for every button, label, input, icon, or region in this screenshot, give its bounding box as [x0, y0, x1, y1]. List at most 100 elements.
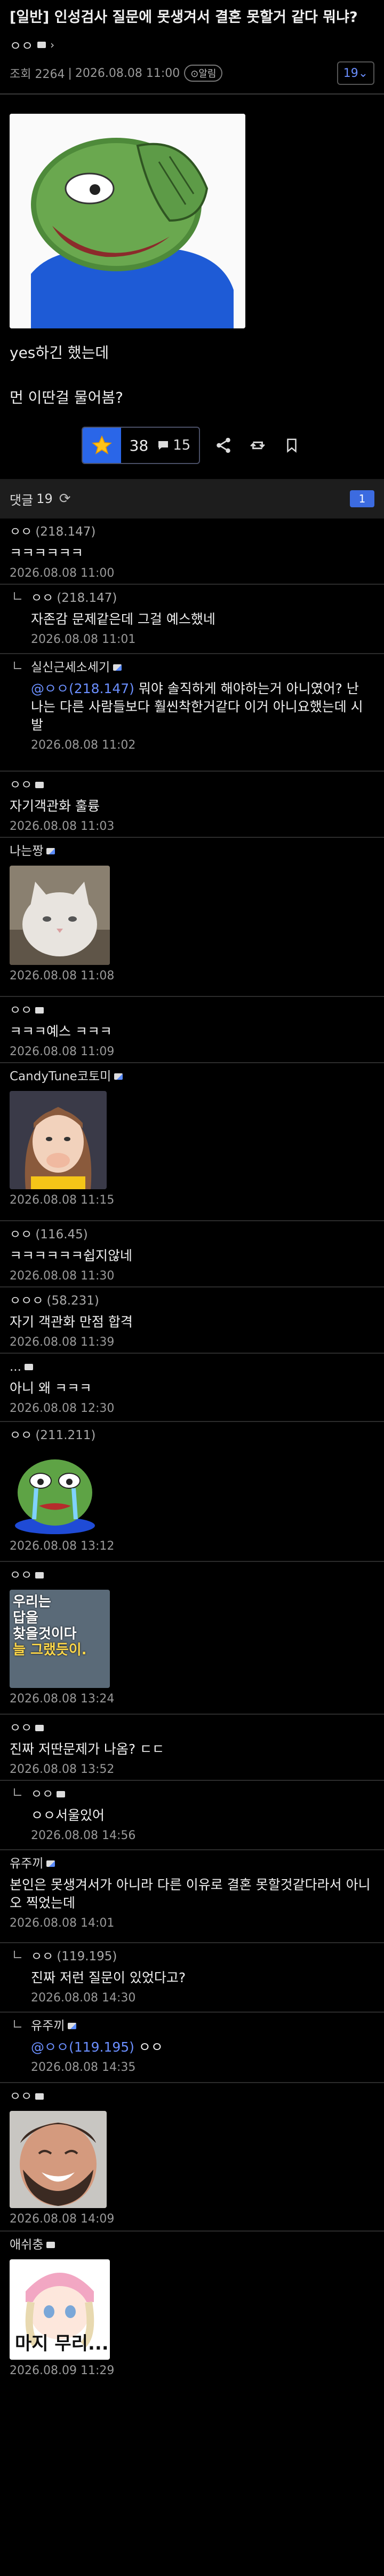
post-author[interactable]: ㅇㅇ ›	[10, 35, 374, 54]
member-badge-icon	[46, 1860, 55, 1867]
comment-author-name: 애쉬충	[10, 2238, 44, 2252]
comments-page-button[interactable]: 1	[350, 490, 374, 507]
comment-time: 2026.08.08 13:24	[10, 1692, 115, 1706]
member-badge-icon	[68, 2023, 77, 2029]
member-badge-icon	[114, 1073, 123, 1080]
comment-image-laughing-man[interactable]	[10, 2111, 107, 2208]
notify-button[interactable]: ⊙알림	[184, 65, 223, 82]
comment-image-pepe-crying[interactable]	[10, 1450, 100, 1535]
comment-author[interactable]: ㅇㅇ	[31, 1786, 374, 1802]
comment-text: 진짜 저런 질문이 있었다고?	[31, 1970, 186, 1985]
comment-author[interactable]: ㅇㅇ	[10, 1720, 374, 1736]
meme-caption: 우리는 답을 찾을것이다 늘 그랬듯이.	[13, 1594, 87, 1658]
cat-photo	[10, 866, 110, 965]
comment-image-anime-girl[interactable]: 마지 무리...	[10, 2259, 110, 2360]
comment-author[interactable]: CandyTune코토미	[10, 1069, 374, 1085]
comment-author-name: CandyTune코토미	[10, 1070, 111, 1083]
member-badge-icon	[35, 1572, 44, 1578]
comment-author[interactable]: ㅇㅇㅇ (58.231)	[10, 1293, 374, 1309]
comment-list: ㅇㅇ (218.147) ㅋㅋㅋㅋㅋㅋ 2026.08.08 11:00 ㅇㅇ (2…	[0, 519, 384, 2384]
share-button[interactable]	[213, 435, 234, 456]
page-count: 19	[343, 66, 358, 80]
member-badge-icon	[37, 41, 46, 48]
comment-item: 유주끼 본인은 못생겨서가 아니라 다른 이유로 결혼 못할것같다라서 아니오 …	[0, 1850, 384, 1943]
comment-author-name: ㅇㅇ	[31, 591, 54, 605]
comment-author[interactable]: ㅇㅇ	[10, 2088, 374, 2104]
comment-item: 애쉬충 마지 무리... 2026.08.09 11:29	[0, 2232, 384, 2384]
star-button[interactable]	[82, 428, 121, 463]
comment-time: 2026.08.08 12:30	[10, 1402, 115, 1415]
comment-mention[interactable]: @ㅇㅇ(218.147)	[31, 681, 134, 696]
author-name[interactable]: ㅇㅇ	[10, 35, 33, 54]
comment-ip: (116.45)	[35, 1228, 88, 1242]
bookmark-icon	[287, 438, 297, 453]
comment-time: 2026.08.08 11:00	[10, 567, 115, 580]
comment-reply-item: 실신근세소세기 @ㅇㅇ(218.147) 뭐야 솔직하게 해야하는거 아니였어?…	[0, 654, 384, 772]
member-badge-icon	[24, 1364, 33, 1370]
comment-image-girl[interactable]	[10, 1091, 107, 1189]
comment-time: 2026.08.08 11:03	[10, 820, 115, 833]
comment-time: 2026.08.08 11:08	[10, 969, 115, 983]
comment-image-meme[interactable]: 우리는 답을 찾을것이다 늘 그랬듯이.	[10, 1590, 110, 1688]
comment-text: 본인은 못생겨서가 아니라 다른 이유로 결혼 못할것같다라서 아니오 찍었는데	[10, 1877, 371, 1911]
repost-button[interactable]	[247, 435, 268, 456]
member-badge-icon	[35, 1725, 44, 1731]
post-body-line-1: yes하긴 했는데	[10, 344, 109, 362]
comment-text: ㅋㅋㅋㅋㅋㅋ쉽지않네	[10, 1248, 133, 1263]
comment-author[interactable]: 애쉬충	[10, 2237, 374, 2253]
comment-item: ㅇㅇ (116.45) ㅋㅋㅋㅋㅋㅋ쉽지않네 2026.08.08 11:30	[0, 1221, 384, 1287]
comment-author[interactable]: ㅇㅇ (218.147)	[31, 590, 374, 606]
comment-author-name: 유주끼	[31, 2019, 65, 2033]
comment-author[interactable]: 실신근세소세기	[31, 659, 374, 676]
refresh-icon[interactable]: ⟳	[59, 491, 71, 507]
comment-author-name: ...	[10, 1360, 21, 1374]
comment-text: ㅋㅋㅋ예스 ㅋㅋㅋ	[10, 1024, 112, 1039]
comment-mention[interactable]: @ㅇㅇ(119.195)	[31, 2039, 134, 2055]
comment-text: 아니 왜 ㅋㅋㅋ	[10, 1380, 92, 1396]
comment-item: ... 아니 왜 ㅋㅋㅋ 2026.08.08 12:30	[0, 1354, 384, 1422]
comment-author[interactable]: ㅇㅇ (119.195)	[31, 1949, 374, 1965]
comment-author[interactable]: ㅇㅇ	[10, 777, 374, 793]
post-image-pepe-facepalm[interactable]	[10, 114, 245, 328]
view-count: 조회 2264	[10, 68, 65, 81]
comment-image-cat[interactable]	[10, 866, 110, 965]
comment-item: ㅇㅇ (218.147) ㅋㅋㅋㅋㅋㅋ 2026.08.08 11:00	[0, 519, 384, 585]
comment-author[interactable]: 나는짱	[10, 843, 374, 859]
comment-author-name: 실신근세소세기	[31, 661, 110, 674]
comment-author[interactable]: ㅇㅇ (218.147)	[10, 524, 374, 540]
bookmark-button[interactable]	[281, 435, 302, 456]
comment-author[interactable]: ㅇㅇ (116.45)	[10, 1227, 374, 1243]
comment-author-name: ㅇㅇ	[10, 1003, 33, 1017]
comment-reply-item: 유주끼 @ㅇㅇ(119.195) ㅇㅇ 2026.08.08 14:35	[0, 2013, 384, 2083]
comment-text: 자기객관화 훌륭	[10, 798, 100, 814]
comment-author-name: ㅇㅇㅇ	[10, 1294, 44, 1308]
comment-author[interactable]: ㅇㅇ	[10, 1002, 374, 1018]
comment-author[interactable]: ㅇㅇ (211.211)	[10, 1427, 374, 1443]
comment-text: 자기 객관화 만점 합격	[10, 1314, 133, 1330]
page-select-button[interactable]: 19 ⌄	[337, 61, 374, 85]
comment-author[interactable]: 유주끼	[31, 2018, 374, 2034]
comment-time: 2026.08.09 11:29	[10, 2364, 115, 2377]
comment-text: ㅇㅇ서울있어	[31, 1808, 105, 1823]
meme-caption-line: 우리는	[13, 1594, 51, 1610]
member-badge-icon	[35, 782, 44, 788]
member-badge-icon	[35, 2093, 44, 2100]
comment-item: ㅇㅇ 자기객관화 훌륭 2026.08.08 11:03	[0, 772, 384, 838]
member-badge-icon	[46, 848, 55, 854]
girl-photo	[10, 1091, 107, 1189]
comment-author[interactable]: ㅇㅇ	[10, 1567, 374, 1583]
reaction-box: 38 15	[81, 427, 201, 464]
post-body-line-2: 먼 이딴걸 물어봄?	[10, 389, 123, 406]
comment-count: 15	[173, 437, 191, 453]
comment-count-button[interactable]: 15	[157, 437, 199, 453]
comment-item: ㅇㅇㅇ (58.231) 자기 객관화 만점 합격 2026.08.08 11:3…	[0, 1287, 384, 1354]
comment-author-name: ㅇㅇ	[10, 778, 33, 792]
pepe-facepalm-illustration	[10, 114, 245, 328]
comment-author[interactable]: 유주끼	[10, 1856, 374, 1872]
comment-time: 2026.08.08 11:09	[10, 1045, 115, 1058]
repost-icon	[250, 441, 266, 450]
comment-author[interactable]: ...	[10, 1359, 374, 1375]
member-badge-icon	[57, 1791, 66, 1797]
comment-reply-item: ㅇㅇ ㅇㅇ서울있어 2026.08.08 14:56	[0, 1781, 384, 1850]
comment-item: 나는짱 2026.08.08 11:08	[0, 838, 384, 997]
